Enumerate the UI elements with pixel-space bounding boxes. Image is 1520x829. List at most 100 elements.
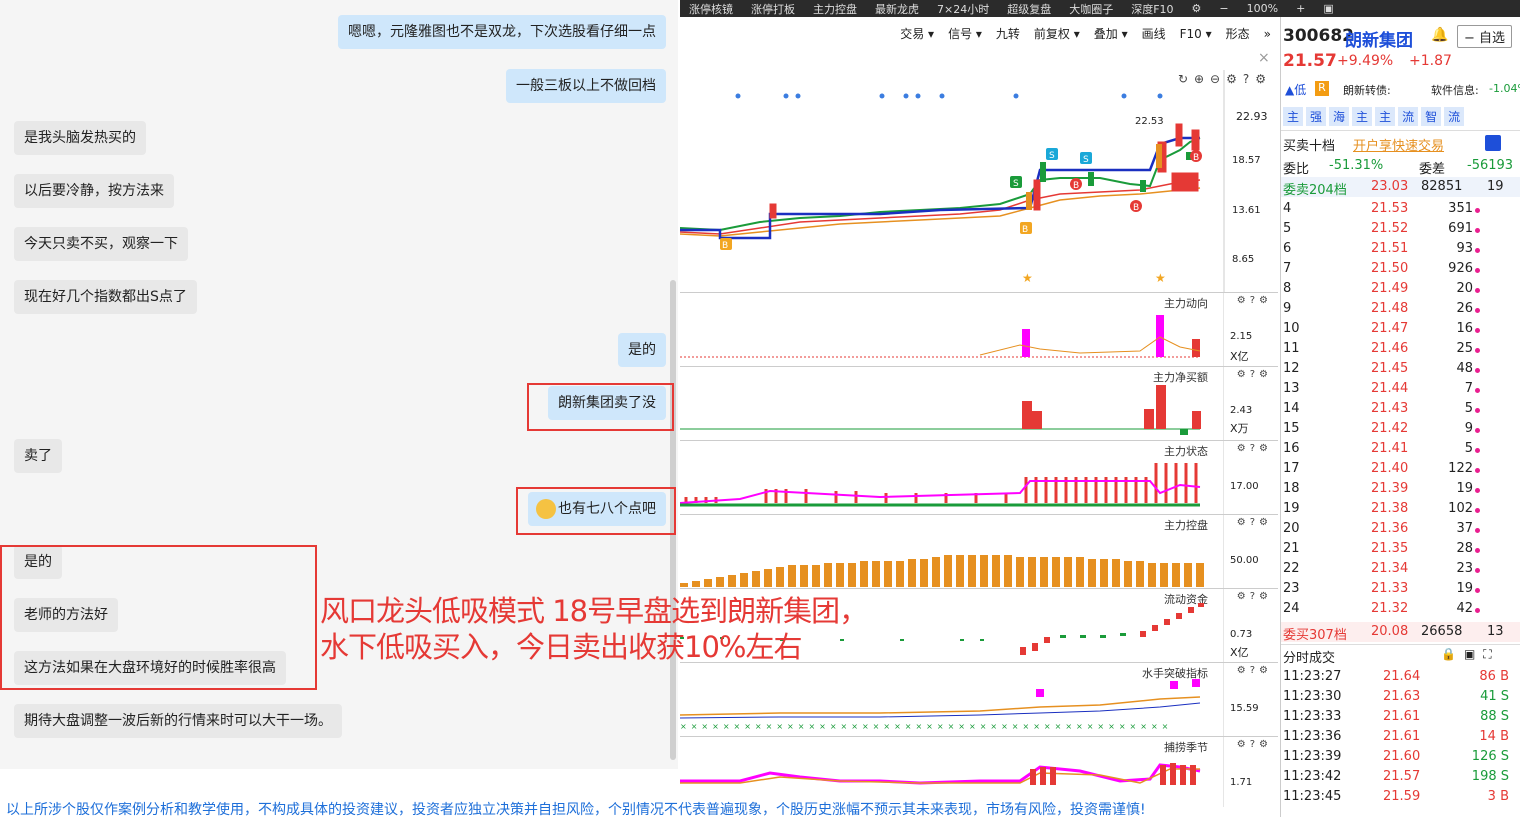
order-book-row[interactable]: 15 21.42 9 <box>1283 421 1520 441</box>
order-book-row[interactable]: 16 21.41 5 <box>1283 441 1520 461</box>
trade-volume: 198 S <box>1471 769 1509 784</box>
nav-item[interactable]: 大咖圈子 <box>1060 1 1122 17</box>
volume: 926 <box>1448 261 1473 276</box>
tag[interactable]: 流 <box>1398 107 1419 126</box>
toolbar-item[interactable]: 信号 ▾ <box>941 25 989 42</box>
panel-value: 17.00 <box>1230 481 1259 492</box>
toolbar-item[interactable]: F10 ▾ <box>1173 27 1219 41</box>
toolbar-item[interactable]: 画线 <box>1135 25 1173 42</box>
price: 21.53 <box>1371 201 1409 216</box>
nav-item[interactable]: 最新龙虎 <box>866 1 928 17</box>
dot-icon <box>1475 488 1480 493</box>
tag[interactable]: 强 <box>1306 107 1327 126</box>
diff-label: 委差 <box>1419 162 1446 177</box>
order-book-row[interactable]: 23 21.33 19 <box>1283 581 1520 601</box>
volume: 26 <box>1456 301 1473 316</box>
expand-icon[interactable]: » <box>1257 27 1278 41</box>
order-book-row[interactable]: 7 21.50 926 <box>1283 261 1520 281</box>
order-book-row[interactable]: 6 21.51 93 <box>1283 241 1520 261</box>
order-book-row[interactable]: 22 21.34 23 <box>1283 561 1520 581</box>
panel-chart <box>680 441 1224 515</box>
chat-message: 一般三板以上不做回档 <box>506 69 666 103</box>
order-book-row[interactable]: 11 21.46 25 <box>1283 341 1520 361</box>
nav-item[interactable]: 深度F10 <box>1122 1 1182 17</box>
svg-text:B: B <box>1133 203 1139 213</box>
order-book-row[interactable]: 12 21.45 48 <box>1283 361 1520 381</box>
toolbar-item[interactable]: 叠加 ▾ <box>1087 25 1135 42</box>
buy-n: 13 <box>1487 624 1504 639</box>
order-book-row[interactable]: 10 21.47 16 <box>1283 321 1520 341</box>
book-title: 买卖十档 <box>1283 139 1336 154</box>
window-menu-icon[interactable]: ▣ <box>1314 2 1342 15</box>
price: 21.42 <box>1371 421 1409 436</box>
order-book-row[interactable]: 14 21.43 5 <box>1283 401 1520 421</box>
level: 8 <box>1283 281 1292 296</box>
price: 21.48 <box>1371 301 1409 316</box>
panel-unit: X亿 <box>1230 350 1249 363</box>
book-link[interactable]: 开户享快速交易 <box>1353 135 1444 154</box>
nav-item[interactable]: 涨停打板 <box>742 1 804 17</box>
order-book-row[interactable]: 4 21.53 351 <box>1283 201 1520 221</box>
chat-message: 是我头脑发热买的 <box>14 121 146 155</box>
panel-controls[interactable]: ⚙?⚙ <box>1237 369 1272 380</box>
order-book-row[interactable]: 5 21.52 691 <box>1283 221 1520 241</box>
panel-controls[interactable]: ⚙?⚙ <box>1237 295 1272 306</box>
close-icon[interactable]: × <box>1258 50 1270 66</box>
toolbar-item[interactable]: 形态 <box>1219 25 1257 42</box>
panel-chart <box>680 737 1224 807</box>
panel-controls[interactable]: ⚙?⚙ <box>1237 665 1272 676</box>
trade-price: 21.63 <box>1383 689 1421 704</box>
annotation-text: 风口龙头低吸模式 18号早盘选到朗新集团， 水下低吸买入，今日卖出收获10%左右 <box>320 593 868 665</box>
toolbar-item[interactable]: 交易 ▾ <box>893 25 941 42</box>
trades-title: 分时成交 <box>1283 651 1336 666</box>
order-book-row[interactable]: 8 21.49 20 <box>1283 281 1520 301</box>
toolbar-item[interactable]: 前复权 ▾ <box>1027 25 1087 42</box>
book-settings-icon[interactable] <box>1485 135 1501 151</box>
panel-controls[interactable]: ⚙?⚙ <box>1237 739 1272 750</box>
level: 22 <box>1283 561 1300 576</box>
panel-controls[interactable]: ⚙?⚙ <box>1237 443 1272 454</box>
bell-icon[interactable]: 🔔 <box>1431 27 1448 43</box>
minus-icon[interactable]: − <box>1210 2 1237 15</box>
software-label: 软件信息: <box>1431 84 1479 97</box>
price: 21.32 <box>1371 601 1409 616</box>
order-book-row[interactable]: 19 21.38 102 <box>1283 501 1520 521</box>
nav-item[interactable]: 7×24小时 <box>928 1 998 17</box>
order-book-row[interactable]: 18 21.39 19 <box>1283 481 1520 501</box>
order-book-row[interactable]: 20 21.36 37 <box>1283 521 1520 541</box>
convert-label[interactable]: 朗新转债: <box>1343 82 1391 98</box>
tag[interactable]: 主 <box>1352 107 1373 126</box>
trades-controls[interactable]: 🔒▣⛶ <box>1441 647 1500 662</box>
buy-summary: 委买307档 20.08 26658 13 <box>1281 622 1520 643</box>
highlight-box <box>516 487 676 535</box>
low-tag-label: 低 <box>1294 83 1307 97</box>
stock-code: 300682 <box>1283 26 1354 46</box>
order-book-row[interactable]: 13 21.44 7 <box>1283 381 1520 401</box>
toolbar-item[interactable]: 九转 <box>989 25 1027 42</box>
volume: 351 <box>1448 201 1473 216</box>
nav-item[interactable]: 超级复盘 <box>998 1 1060 17</box>
order-book-row[interactable]: 17 21.40 122 <box>1283 461 1520 481</box>
tag[interactable]: 智 <box>1421 107 1442 126</box>
price-axis-label: 22.93 <box>1236 110 1268 123</box>
tag[interactable]: 流 <box>1444 107 1465 126</box>
settings-icon[interactable]: ⚙ <box>1183 2 1211 15</box>
order-book-row[interactable]: 21 21.35 28 <box>1283 541 1520 561</box>
trade-row: 11:23:42 21.57 198 S <box>1283 769 1520 789</box>
nav-item[interactable]: 主力控盘 <box>804 1 866 17</box>
tag[interactable]: 主 <box>1283 107 1304 126</box>
order-book-row[interactable]: 24 21.32 42 <box>1283 601 1520 621</box>
panel-controls[interactable]: ⚙?⚙ <box>1237 517 1272 528</box>
order-book-row[interactable]: 9 21.48 26 <box>1283 301 1520 321</box>
price-axis-label: 8.65 <box>1232 254 1255 265</box>
panel-controls[interactable]: ⚙?⚙ <box>1237 591 1272 602</box>
plus-icon[interactable]: + <box>1287 2 1314 15</box>
dot-icon <box>1475 428 1480 433</box>
self-select-button[interactable]: − 自选 <box>1457 25 1513 48</box>
indicator-panel: 主力控盘 ⚙?⚙ 50.00 <box>680 514 1278 589</box>
tag[interactable]: 主 <box>1375 107 1396 126</box>
nav-item[interactable]: 涨停核镜 <box>680 1 742 17</box>
tag[interactable]: 海 <box>1329 107 1350 126</box>
dot-icon <box>1475 368 1480 373</box>
level: 19 <box>1283 501 1300 516</box>
